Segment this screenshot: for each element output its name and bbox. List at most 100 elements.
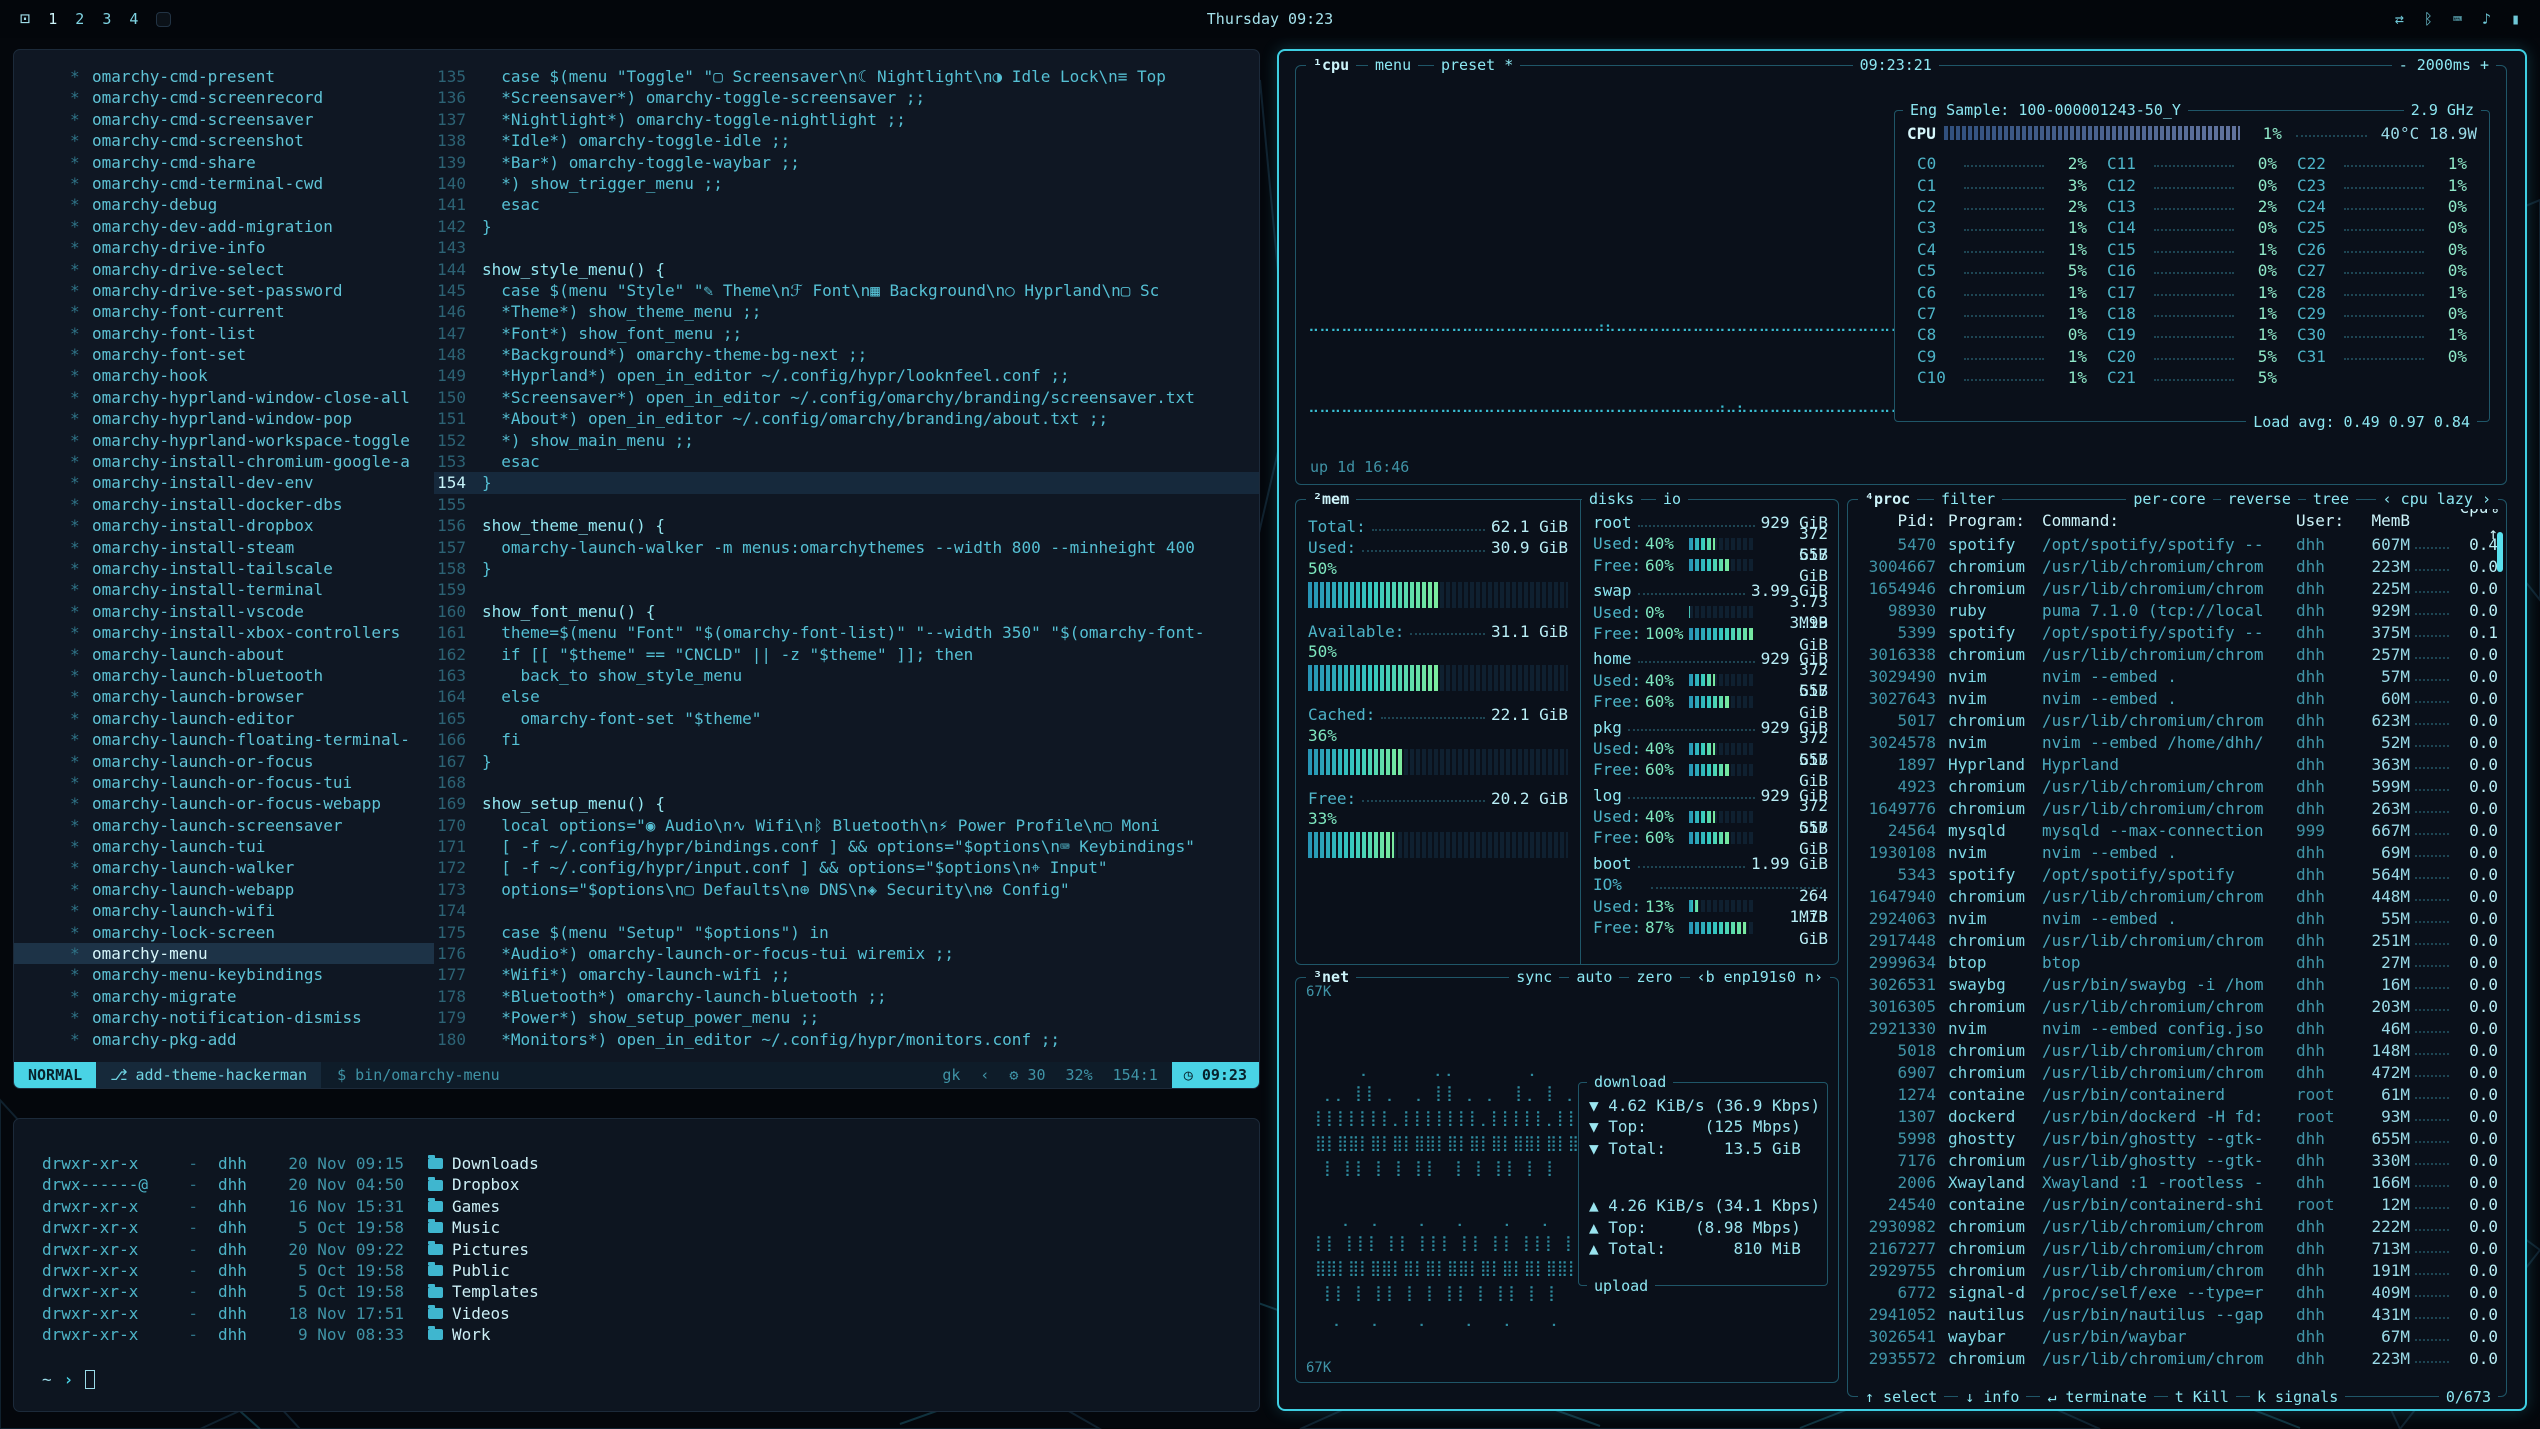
process-row[interactable]: 2929755 chromium /usr/lib/chromium/chrom… bbox=[1858, 1260, 2498, 1282]
process-row[interactable]: 2941052 nautilus /usr/bin/nautilus --gap… bbox=[1858, 1304, 2498, 1326]
process-row[interactable]: 2917448 chromium /usr/lib/chromium/chrom… bbox=[1858, 930, 2498, 952]
process-row[interactable]: 5998 ghostty /usr/bin/ghostty --gtk- dhh… bbox=[1858, 1128, 2498, 1150]
process-row[interactable]: 4923 chromium /usr/lib/chromium/chrom dh… bbox=[1858, 776, 2498, 798]
tray-icon[interactable]: ▮ bbox=[2511, 10, 2520, 28]
code-line[interactable]: 167 } bbox=[434, 751, 1259, 772]
workspace-button[interactable]: 2 bbox=[75, 10, 84, 28]
process-row[interactable]: 7176 chromium /usr/lib/ghostty --gtk- dh… bbox=[1858, 1150, 2498, 1172]
process-row[interactable]: 2921330 nvim nvim --embed config.jso dhh… bbox=[1858, 1018, 2498, 1040]
code-line[interactable]: 180 *Monitors*) open_in_editor ~/.config… bbox=[434, 1029, 1259, 1050]
file-item[interactable]: * omarchy-launch-tui bbox=[14, 836, 434, 857]
file-item[interactable]: * omarchy-install-steam bbox=[14, 537, 434, 558]
file-item[interactable]: * omarchy-launch-screensaver bbox=[14, 815, 434, 836]
file-item[interactable]: * omarchy-launch-editor bbox=[14, 708, 434, 729]
code-line[interactable]: 165 omarchy-font-set "$theme" bbox=[434, 708, 1259, 729]
process-scrollbar[interactable] bbox=[2497, 532, 2503, 572]
process-row[interactable]: 5399 spotify /opt/spotify/spotify -- dhh… bbox=[1858, 622, 2498, 644]
file-item[interactable]: * omarchy-drive-info bbox=[14, 237, 434, 258]
code-line[interactable]: 169 show_setup_menu() { bbox=[434, 793, 1259, 814]
process-row[interactable]: 3026531 swaybg /usr/bin/swaybg -i /hom d… bbox=[1858, 974, 2498, 996]
tray-icon[interactable]: ♪ bbox=[2482, 10, 2491, 28]
code-line[interactable]: 155 bbox=[434, 494, 1259, 515]
file-item[interactable]: * omarchy-launch-or-focus bbox=[14, 751, 434, 772]
code-line[interactable]: 177 *Wifi*) omarchy-launch-wifi ;; bbox=[434, 964, 1259, 985]
file-item[interactable]: * omarchy-launch-or-focus-tui bbox=[14, 772, 434, 793]
preset-button[interactable]: preset * bbox=[1434, 55, 1520, 75]
code-line[interactable]: 174 bbox=[434, 900, 1259, 921]
file-item[interactable]: * omarchy-hyprland-workspace-toggle bbox=[14, 430, 434, 451]
code-line[interactable]: 141 esac bbox=[434, 194, 1259, 215]
process-row[interactable]: 3004667 chromium /usr/lib/chromium/chrom… bbox=[1858, 556, 2498, 578]
process-row[interactable]: 5343 spotify /opt/spotify/spotify dhh 56… bbox=[1858, 864, 2498, 886]
file-item[interactable]: * omarchy-migrate bbox=[14, 986, 434, 1007]
code-line[interactable]: 160 show_font_menu() { bbox=[434, 601, 1259, 622]
code-line[interactable]: 179 *Power*) show_setup_power_menu ;; bbox=[434, 1007, 1259, 1028]
file-item[interactable]: * omarchy-drive-select bbox=[14, 259, 434, 280]
file-item[interactable]: * omarchy-hook bbox=[14, 365, 434, 386]
file-item[interactable]: * omarchy-launch-floating-terminal- bbox=[14, 729, 434, 750]
code-line[interactable]: 175 case $(menu "Setup" "$options") in bbox=[434, 922, 1259, 943]
code-line[interactable]: 145 case $(menu "Style" "✎ Theme\nℱ Font… bbox=[434, 280, 1259, 301]
file-item[interactable]: * omarchy-install-dropbox bbox=[14, 515, 434, 536]
sort-selector[interactable]: ‹ cpu lazy › bbox=[2376, 489, 2498, 509]
process-row[interactable]: 3016305 chromium /usr/lib/chromium/chrom… bbox=[1858, 996, 2498, 1018]
file-item[interactable]: * omarchy-font-set bbox=[14, 344, 434, 365]
code-line[interactable]: 178 *Bluetooth*) omarchy-launch-bluetoot… bbox=[434, 986, 1259, 1007]
key-hint[interactable]: t Kill bbox=[2168, 1387, 2236, 1407]
file-item[interactable]: * omarchy-install-xbox-controllers bbox=[14, 622, 434, 643]
net-tab-button[interactable]: sync bbox=[1509, 967, 1559, 987]
menu-button[interactable]: menu bbox=[1368, 55, 1418, 75]
file-item[interactable]: * omarchy-lock-screen bbox=[14, 922, 434, 943]
system-monitor-window[interactable]: ¹cpu menu preset * 09:23:21 - 2000ms + ⣀… bbox=[1277, 49, 2527, 1411]
process-table-header[interactable]: Pid: Program: Command: User: MemB Cpu% ↑ bbox=[1858, 508, 2498, 534]
code-line[interactable]: 144 show_style_menu() { bbox=[434, 259, 1259, 280]
code-line[interactable]: 161 theme=$(menu "Font" "$(omarchy-font-… bbox=[434, 622, 1259, 643]
code-line[interactable]: 138 *Idle*) omarchy-toggle-idle ;; bbox=[434, 130, 1259, 151]
file-item[interactable]: * omarchy-menu-keybindings bbox=[14, 964, 434, 985]
workspace-button[interactable]: 3 bbox=[102, 10, 111, 28]
code-line[interactable]: 176 *Audio*) omarchy-launch-or-focus-tui… bbox=[434, 943, 1259, 964]
file-item[interactable]: * omarchy-font-current bbox=[14, 301, 434, 322]
code-line[interactable]: 142 } bbox=[434, 216, 1259, 237]
code-line[interactable]: 151 *About*) open_in_editor ~/.config/om… bbox=[434, 408, 1259, 429]
code-line[interactable]: 143 bbox=[434, 237, 1259, 258]
process-row[interactable]: 1274 containe /usr/bin/containerd root 6… bbox=[1858, 1084, 2498, 1106]
code-line[interactable]: 152 *) show_main_menu ;; bbox=[434, 430, 1259, 451]
file-item[interactable]: * omarchy-cmd-present bbox=[14, 66, 434, 87]
process-row[interactable]: 5018 chromium /usr/lib/chromium/chrom dh… bbox=[1858, 1040, 2498, 1062]
process-row[interactable]: 3024578 nvim nvim --embed /home/dhh/ dhh… bbox=[1858, 732, 2498, 754]
process-row[interactable]: 1649776 chromium /usr/lib/chromium/chrom… bbox=[1858, 798, 2498, 820]
shell-prompt[interactable]: ~ › bbox=[42, 1370, 1259, 1389]
file-item[interactable]: * omarchy-install-vscode bbox=[14, 601, 434, 622]
tray-icon[interactable]: ⌨ bbox=[2453, 10, 2462, 28]
file-item[interactable]: * omarchy-font-list bbox=[14, 323, 434, 344]
file-item[interactable]: * omarchy-dev-add-migration bbox=[14, 216, 434, 237]
code-line[interactable]: 135 case $(menu "Toggle" "▢ Screensaver\… bbox=[434, 66, 1259, 87]
process-row[interactable]: 3029490 nvim nvim --embed . dhh 57M 0.0 bbox=[1858, 666, 2498, 688]
code-line[interactable]: 172 [ -f ~/.config/hypr/input.conf ] && … bbox=[434, 857, 1259, 878]
file-item[interactable]: * omarchy-menu bbox=[14, 943, 434, 964]
process-row[interactable]: 1647940 chromium /usr/lib/chromium/chrom… bbox=[1858, 886, 2498, 908]
process-row[interactable]: 3016338 chromium /usr/lib/chromium/chrom… bbox=[1858, 644, 2498, 666]
file-item[interactable]: * omarchy-launch-wifi bbox=[14, 900, 434, 921]
code-line[interactable]: 149 *Hyprland*) open_in_editor ~/.config… bbox=[434, 365, 1259, 386]
proc-tab-button[interactable]: reverse bbox=[2221, 489, 2298, 509]
code-line[interactable]: 154 } bbox=[434, 472, 1259, 493]
process-row[interactable]: 6772 signal-d /proc/self/exe --type=r dh… bbox=[1858, 1282, 2498, 1304]
file-item[interactable]: * omarchy-debug bbox=[14, 194, 434, 215]
net-tab-button[interactable]: zero bbox=[1629, 967, 1679, 987]
file-item[interactable]: * omarchy-pkg-add bbox=[14, 1029, 434, 1050]
code-line[interactable]: 158 } bbox=[434, 558, 1259, 579]
code-line[interactable]: 170 local options="◉ Audio\n∿ Wifi\nᛒ Bl… bbox=[434, 815, 1259, 836]
code-line[interactable]: 156 show_theme_menu() { bbox=[434, 515, 1259, 536]
file-item[interactable]: * omarchy-install-dev-env bbox=[14, 472, 434, 493]
process-row[interactable]: 3026541 waybar /usr/bin/waybar dhh 67M 0… bbox=[1858, 1326, 2498, 1348]
code-line[interactable]: 168 bbox=[434, 772, 1259, 793]
process-row[interactable]: 2930982 chromium /usr/lib/chromium/chrom… bbox=[1858, 1216, 2498, 1238]
process-row[interactable]: 2935572 chromium /usr/lib/chromium/chrom… bbox=[1858, 1348, 2498, 1370]
process-row[interactable]: 1897 Hyprland Hyprland dhh 363M 0.0 bbox=[1858, 754, 2498, 776]
process-row[interactable]: 1654946 chromium /usr/lib/chromium/chrom… bbox=[1858, 578, 2498, 600]
os-logo-icon[interactable]: ⊡ bbox=[20, 9, 30, 29]
process-row[interactable]: 5017 chromium /usr/lib/chromium/chrom dh… bbox=[1858, 710, 2498, 732]
process-row[interactable]: 6907 chromium /usr/lib/chromium/chrom dh… bbox=[1858, 1062, 2498, 1084]
